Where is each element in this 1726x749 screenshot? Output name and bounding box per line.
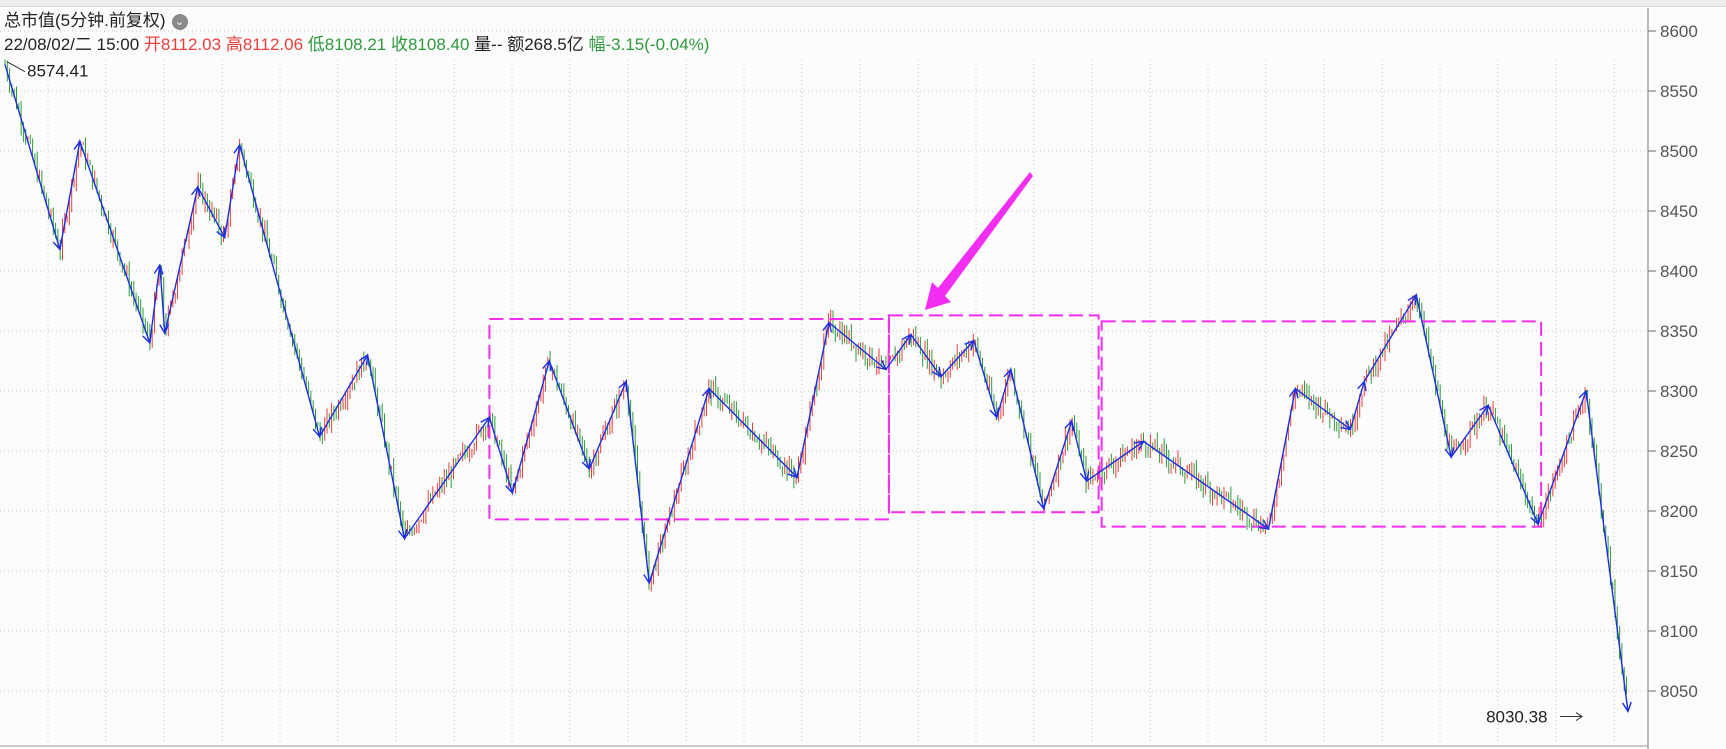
price-chart[interactable]: 8050 8100 8150 8200 8250 8300 8350 8400 8450 8500… (0, 0, 1726, 749)
consolidation-box (488, 318, 890, 521)
y-tick-label: 8600 (1660, 22, 1698, 41)
extreme-annotations: 8574.41 8030.38 (6, 61, 1583, 727)
y-tick-label: 8250 (1660, 442, 1698, 461)
y-tick-label: 8550 (1660, 82, 1698, 101)
y-tick-label: 8450 (1660, 202, 1698, 221)
y-tick-label: 8400 (1660, 262, 1698, 281)
low-annotation: 8030.38 (1486, 708, 1547, 727)
chart-grid (0, 30, 1648, 744)
y-tick-label: 8100 (1660, 622, 1698, 641)
zigzag-arrowhead (480, 416, 491, 428)
y-axis: 8050 8100 8150 8200 8250 8300 8350 8400 8450 8500… (1648, 22, 1698, 701)
zigzag-series (4, 64, 1632, 713)
y-tick-label: 8350 (1660, 322, 1698, 341)
pointer-arrow (925, 172, 1033, 310)
y-tick-label: 8200 (1660, 502, 1698, 521)
consolidation-boxes (488, 314, 1543, 528)
y-tick-label: 8150 (1660, 562, 1698, 581)
pointer-arrow-shape (925, 172, 1033, 310)
y-tick-label: 8500 (1660, 142, 1698, 161)
high-annotation: 8574.41 (27, 62, 88, 81)
candlestick-series (4, 59, 1627, 695)
y-tick-label: 8300 (1660, 382, 1698, 401)
y-tick-label: 8050 (1660, 682, 1698, 701)
